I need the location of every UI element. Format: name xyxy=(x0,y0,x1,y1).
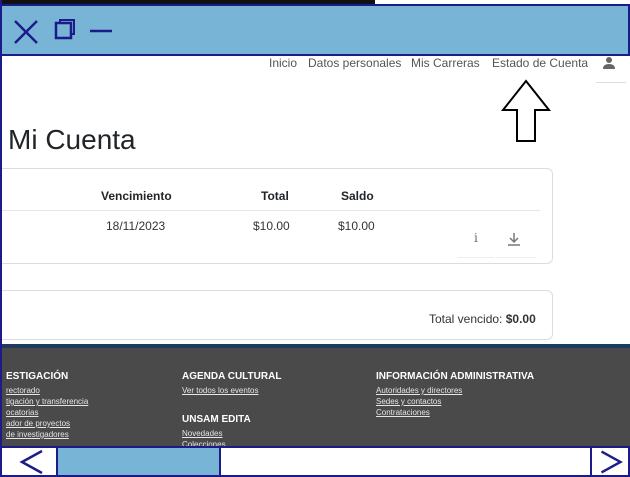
download-icon[interactable] xyxy=(506,231,522,247)
page-title: Mi Cuenta xyxy=(8,124,136,155)
footer-link[interactable]: Novedades xyxy=(182,429,222,438)
footer-heading-administrativa: INFORMACIÓN ADMINISTRATIVA xyxy=(376,371,535,382)
cell-vencimiento: 18/11/2023 xyxy=(106,219,166,233)
action-underline xyxy=(458,257,494,258)
close-icon[interactable] xyxy=(10,14,44,48)
nav-inicio[interactable]: Inicio xyxy=(269,56,297,70)
cell-total: $10.00 xyxy=(253,219,290,233)
nav-divider xyxy=(596,82,626,83)
nav-estado-de-cuenta[interactable]: Estado de Cuenta xyxy=(492,56,588,70)
footer-link[interactable]: Ver todos los eventos xyxy=(182,386,259,395)
total-vencido: Total vencido: $0.00 xyxy=(429,312,536,326)
scrollbar-thumb[interactable] xyxy=(56,446,221,477)
header-saldo: Saldo xyxy=(341,189,374,203)
user-icon[interactable] xyxy=(602,56,616,70)
up-arrow-outline-icon xyxy=(500,79,552,142)
footer-link[interactable]: ocatorias xyxy=(6,408,38,417)
left-frame-edge xyxy=(0,0,2,477)
chevron-right-icon[interactable] xyxy=(590,446,630,477)
footer-link[interactable]: tigación y transferencia xyxy=(6,397,88,406)
footer-link[interactable]: Sedes y contactos xyxy=(376,397,441,406)
nav-mis-carreras[interactable]: Mis Carreras xyxy=(411,56,480,70)
header-total: Total xyxy=(261,189,289,203)
chevron-left-icon[interactable] xyxy=(8,448,52,475)
window-titlebar xyxy=(0,4,630,56)
header-divider xyxy=(0,210,540,211)
bottom-navigation-bar xyxy=(0,446,630,477)
info-icon[interactable]: i xyxy=(474,231,478,245)
footer-link[interactable]: Autoridades y directores xyxy=(376,386,462,395)
footer-link[interactable]: de investigadores xyxy=(6,430,69,439)
action-underline xyxy=(496,257,536,258)
minimize-icon[interactable] xyxy=(86,14,120,48)
maximize-icon[interactable] xyxy=(52,14,86,48)
footer-link[interactable]: rectorado xyxy=(6,386,40,395)
footer-heading-edita: UNSAM EDITA xyxy=(182,414,251,425)
footer-link[interactable]: Contrataciones xyxy=(376,408,430,417)
footer-link[interactable]: ador de proyectos xyxy=(6,419,70,428)
total-vencido-value: $0.00 xyxy=(505,312,536,326)
site-footer: ESTIGACIÓN rectorado tigación y transfer… xyxy=(0,344,630,449)
total-vencido-label: Total vencido: xyxy=(429,312,503,326)
footer-heading-agenda: AGENDA CULTURAL xyxy=(182,371,282,382)
header-vencimiento: Vencimiento xyxy=(101,189,172,203)
total-summary-card: Total vencido: $0.00 xyxy=(0,290,553,340)
account-table-card: Vencimiento Total Saldo 18/11/2023 $10.0… xyxy=(0,168,553,264)
footer-heading-investigacion: ESTIGACIÓN xyxy=(6,371,69,382)
cell-saldo: $10.00 xyxy=(338,219,375,233)
nav-datos-personales[interactable]: Datos personales xyxy=(308,56,401,70)
